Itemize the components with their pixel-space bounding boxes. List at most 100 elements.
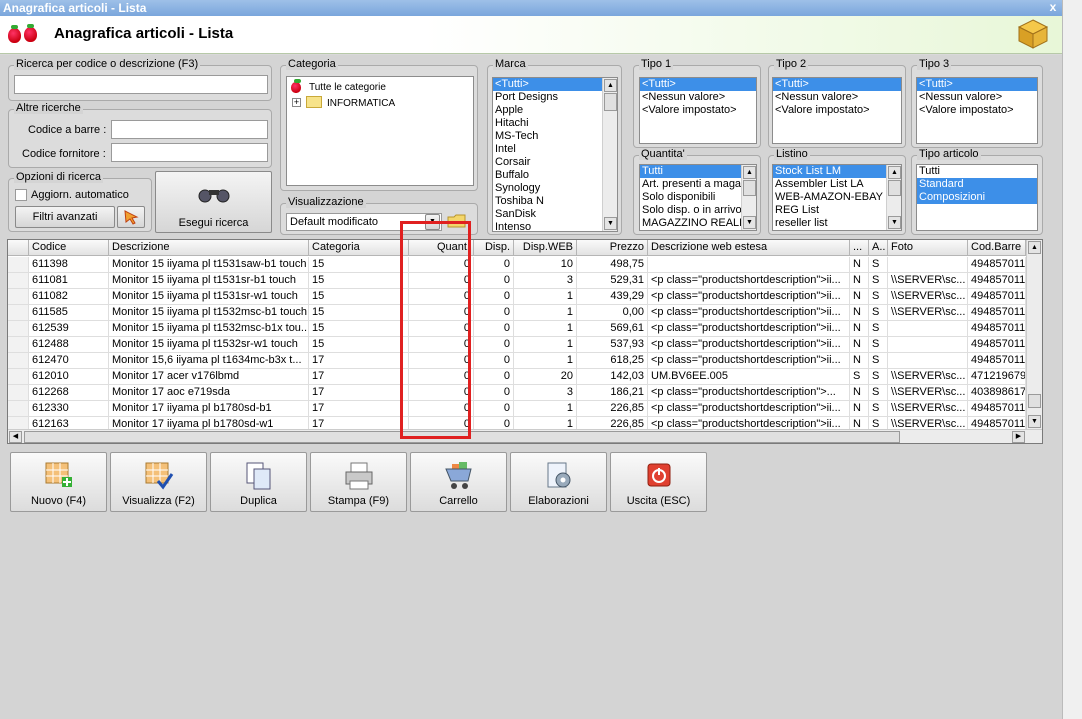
table-cell[interactable]: 15: [309, 289, 409, 305]
category-node-informatica[interactable]: INFORMATICA: [327, 98, 395, 109]
table-cell[interactable]: 1: [514, 305, 577, 321]
view-button[interactable]: Visualizza (F2): [110, 452, 207, 512]
table-cell[interactable]: 3: [514, 385, 577, 401]
scroll-down-icon[interactable]: ▼: [1028, 415, 1041, 428]
column-header[interactable]: Descrizione web estesa: [648, 240, 850, 256]
table-cell[interactable]: 142,03: [577, 369, 648, 385]
table-cell[interactable]: S: [869, 401, 888, 417]
scroll-down-icon[interactable]: ▼: [888, 216, 901, 229]
type3-list[interactable]: <Tutti> <Nessun valore> <Valore impostato>: [916, 77, 1038, 144]
row-indicator[interactable]: [8, 337, 29, 353]
table-cell[interactable]: 17: [309, 369, 409, 385]
table-cell[interactable]: 15: [309, 257, 409, 273]
table-cell[interactable]: 1: [514, 401, 577, 417]
table-cell[interactable]: 15: [309, 273, 409, 289]
filter-pointer-button[interactable]: [117, 206, 145, 228]
table-cell[interactable]: S: [869, 369, 888, 385]
expand-icon[interactable]: +: [292, 98, 301, 107]
list-item[interactable]: Assembler List LA: [773, 178, 901, 191]
table-cell[interactable]: N: [850, 273, 869, 289]
table-cell[interactable]: 3: [514, 273, 577, 289]
list-item[interactable]: Standard: [917, 178, 1037, 191]
list-item[interactable]: MS-Tech: [493, 130, 617, 143]
table-cell[interactable]: 611082: [29, 289, 109, 305]
table-cell[interactable]: 4712196793: [968, 369, 1026, 385]
table-cell[interactable]: 0: [474, 305, 514, 321]
list-item[interactable]: Tutti: [640, 165, 756, 178]
table-cell[interactable]: [648, 257, 850, 273]
list-item[interactable]: Port Designs: [493, 91, 617, 104]
scroll-thumb[interactable]: [888, 180, 901, 196]
table-cell[interactable]: N: [850, 337, 869, 353]
list-item[interactable]: Toshiba N: [493, 195, 617, 208]
scroll-thumb[interactable]: [604, 93, 617, 111]
type2-list[interactable]: <Tutti> <Nessun valore> <Valore impostato>: [772, 77, 902, 144]
table-cell[interactable]: \\SERVER\sc...: [888, 289, 968, 305]
table-cell[interactable]: 4948570111: [968, 401, 1026, 417]
table-cell[interactable]: 4948570110: [968, 273, 1026, 289]
table-cell[interactable]: 186,21: [577, 385, 648, 401]
brand-scrollbar[interactable]: ▲ ▼: [602, 78, 617, 231]
table-cell[interactable]: Monitor 15 iiyama pl t1531saw-b1 touch: [109, 257, 309, 273]
table-cell[interactable]: 15: [309, 305, 409, 321]
barcode-input[interactable]: [111, 120, 268, 139]
list-item[interactable]: Tutti: [917, 165, 1037, 178]
table-cell[interactable]: S: [869, 305, 888, 321]
column-header[interactable]: Prezzo: [577, 240, 648, 256]
scroll-thumb[interactable]: [1028, 394, 1041, 408]
table-cell[interactable]: 1: [514, 321, 577, 337]
list-item[interactable]: SanDisk: [493, 208, 617, 221]
list-item[interactable]: <Valore impostato>: [640, 104, 756, 117]
table-cell[interactable]: Monitor 17 acer v176lbmd: [109, 369, 309, 385]
scroll-thumb[interactable]: [743, 180, 756, 196]
table-cell[interactable]: \\SERVER\sc...: [888, 305, 968, 321]
scroll-up-icon[interactable]: ▲: [743, 166, 756, 179]
table-cell[interactable]: 4948570111: [968, 257, 1026, 273]
table-cell[interactable]: N: [850, 305, 869, 321]
column-header[interactable]: Codice: [29, 240, 109, 256]
row-indicator[interactable]: [8, 369, 29, 385]
scroll-up-icon[interactable]: ▲: [888, 166, 901, 179]
table-cell[interactable]: N: [850, 257, 869, 273]
table-cell[interactable]: \\SERVER\sc...: [888, 385, 968, 401]
column-header[interactable]: ...: [850, 240, 869, 256]
table-cell[interactable]: 1: [514, 337, 577, 353]
table-cell[interactable]: [888, 321, 968, 337]
list-item[interactable]: REG List: [773, 204, 901, 217]
table-cell[interactable]: 226,85: [577, 401, 648, 417]
category-tree[interactable]: Tutte le categorie + INFORMATICA: [286, 76, 474, 186]
scroll-down-icon[interactable]: ▼: [604, 217, 617, 230]
table-cell[interactable]: 0: [474, 353, 514, 369]
table-cell[interactable]: Monitor 15 iiyama pl t1532msc-b1 touch: [109, 305, 309, 321]
table-cell[interactable]: <p class="productshortdescription">ii...: [648, 401, 850, 417]
list-item[interactable]: Intenso: [493, 221, 617, 231]
table-cell[interactable]: Monitor 15,6 iiyama pl t1634mc-b3x t...: [109, 353, 309, 369]
pricelist-list[interactable]: Stock List LM Assembler List LA WEB-AMAZON…: [772, 164, 902, 231]
close-icon[interactable]: x: [1046, 0, 1060, 14]
table-cell[interactable]: 0: [474, 337, 514, 353]
quantity-list[interactable]: Tutti Art. presenti a maga Solo disponibil…: [639, 164, 757, 231]
table-cell[interactable]: 0: [474, 385, 514, 401]
table-cell[interactable]: 0,00: [577, 305, 648, 321]
table-cell[interactable]: S: [869, 257, 888, 273]
row-indicator[interactable]: [8, 401, 29, 417]
scroll-down-icon[interactable]: ▼: [743, 216, 756, 229]
table-cell[interactable]: 0: [474, 321, 514, 337]
table-cell[interactable]: Monitor 15 iiyama pl t1532sr-w1 touch: [109, 337, 309, 353]
column-header[interactable]: Categoria: [309, 240, 409, 256]
quantity-scrollbar[interactable]: ▲ ▼: [741, 165, 756, 230]
supplier-code-input[interactable]: [111, 143, 268, 162]
table-cell[interactable]: <p class="productshortdescription">ii...: [648, 337, 850, 353]
table-cell[interactable]: S: [869, 385, 888, 401]
table-cell[interactable]: Monitor 15 iiyama pl t1532msc-b1x tou...: [109, 321, 309, 337]
column-header[interactable]: Descrizione: [109, 240, 309, 256]
scroll-up-icon[interactable]: ▲: [1028, 241, 1041, 254]
table-cell[interactable]: N: [850, 401, 869, 417]
list-item[interactable]: <Tutti>: [640, 78, 756, 91]
table-cell[interactable]: 612539: [29, 321, 109, 337]
row-indicator[interactable]: [8, 353, 29, 369]
list-item[interactable]: Apple: [493, 104, 617, 117]
table-vertical-scrollbar[interactable]: ▲ ▼: [1026, 240, 1042, 429]
table-cell[interactable]: Monitor 15 iiyama pl t1531sr-b1 touch: [109, 273, 309, 289]
list-item[interactable]: <Nessun valore>: [917, 91, 1037, 104]
